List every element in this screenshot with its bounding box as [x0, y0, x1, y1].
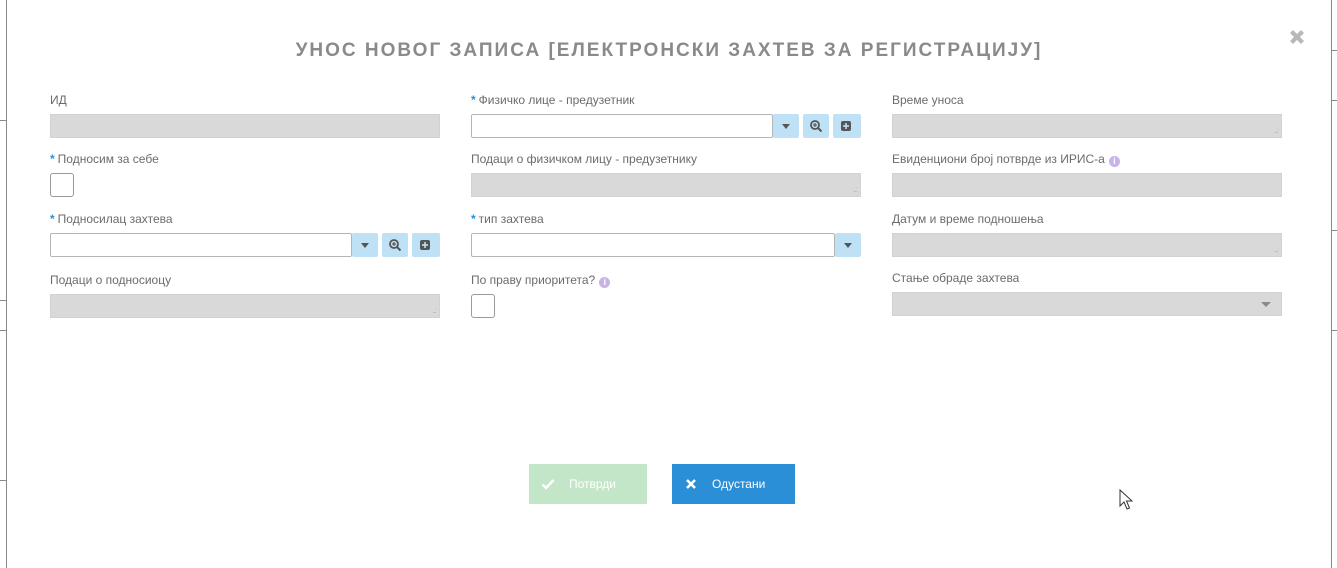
edge-tick — [1331, 50, 1337, 51]
resize-grip-icon: ..: — [1274, 245, 1279, 254]
field-request-type: * тип захтева — [471, 211, 861, 257]
submission-datetime-field: ..: — [892, 233, 1282, 257]
confirm-button[interactable]: Потврди — [529, 464, 647, 504]
edge-tick — [1331, 100, 1337, 101]
field-submission-datetime: Датум и време подношења ..: — [892, 211, 1282, 257]
edge-tick — [0, 120, 7, 121]
info-icon[interactable]: i — [599, 277, 611, 288]
edge-tick — [1331, 330, 1337, 331]
submit-for-self-checkbox[interactable] — [50, 173, 74, 197]
zoom-icon — [810, 120, 823, 133]
field-entry-time: Време уноса ..: — [892, 92, 1282, 138]
natural-person-data-field: ..: — [471, 173, 861, 197]
field-applicant: * Подносилац захтева — [50, 211, 440, 257]
field-label: * тип захтева — [471, 212, 544, 226]
entry-time-field: ..: — [892, 114, 1282, 138]
dialog-title: УНОС НОВОГ ЗАПИСА [ЕЛЕКТРОНСКИ ЗАХТЕВ ЗА… — [295, 40, 1043, 61]
field-label: Датум и време подношења — [892, 212, 1044, 226]
field-label: Подаци о физичком лицу - предузетнику — [471, 152, 697, 166]
field-natural-person: * Физичко лице - предузетник — [471, 92, 861, 138]
field-applicant-data: Подаци о подносиоцу ..: — [50, 272, 440, 318]
applicant-input[interactable] — [50, 233, 352, 257]
field-label: * Подносилац захтева — [50, 212, 173, 226]
field-label: * Подносим за себе — [50, 152, 159, 166]
x-icon — [686, 479, 696, 489]
field-label: * Физичко лице - предузетник — [471, 93, 635, 107]
natural-person-input[interactable] — [471, 114, 773, 138]
zoom-icon — [389, 239, 402, 252]
field-label: Стање обраде захтева — [892, 271, 1020, 285]
field-label: По праву приоритета? i — [471, 272, 861, 288]
new-record-dialog: УНОС НОВОГ ЗАПИСА [ЕЛЕКТРОНСКИ ЗАХТЕВ ЗА… — [8, 0, 1330, 568]
resize-grip-icon: ..: — [1274, 126, 1279, 135]
confirm-label: Потврди — [569, 477, 617, 491]
field-priority-right: По праву приоритета? i — [471, 272, 861, 318]
request-type-combo — [471, 233, 861, 257]
required-marker: * — [50, 212, 55, 226]
id-field — [50, 114, 440, 138]
field-label: ИД — [50, 93, 67, 107]
field-id: ИД — [50, 92, 440, 138]
edge-tick — [0, 480, 7, 481]
processing-state-select — [892, 292, 1282, 316]
cancel-label: Одустани — [712, 477, 766, 491]
request-type-input[interactable] — [471, 233, 835, 257]
natural-person-combo — [471, 114, 861, 138]
applicant-data-field: ..: — [50, 294, 440, 318]
field-label: Подаци о подносиоцу — [50, 273, 172, 287]
field-natural-person-data: Подаци о физичком лицу - предузетнику ..… — [471, 151, 861, 197]
natural-person-search-button[interactable] — [803, 114, 829, 138]
applicant-combo — [50, 233, 440, 257]
applicant-dropdown-button[interactable] — [352, 233, 378, 257]
window-right-edge — [1331, 0, 1337, 568]
natural-person-dropdown-button[interactable] — [773, 114, 799, 138]
info-icon[interactable]: i — [1108, 156, 1120, 167]
edge-tick — [1331, 230, 1337, 231]
edge-tick — [0, 300, 7, 301]
applicant-search-button[interactable] — [382, 233, 408, 257]
plus-square-icon — [841, 121, 851, 131]
edge-tick — [0, 330, 7, 331]
field-label: Време уноса — [892, 93, 964, 107]
request-type-dropdown-button[interactable] — [835, 233, 861, 257]
applicant-add-button[interactable] — [412, 233, 440, 257]
field-submit-for-self: * Подносим за себе — [50, 151, 440, 197]
required-marker: * — [50, 152, 55, 166]
resize-grip-icon: ..: — [432, 306, 437, 315]
field-processing-state: Стање обраде захтева — [892, 270, 1282, 316]
field-label: Евиденциони број потврде из ИРИС-а i — [892, 151, 1282, 167]
check-icon — [541, 479, 555, 490]
chevron-down-icon — [1261, 302, 1271, 307]
required-marker: * — [471, 212, 476, 226]
mouse-cursor-icon — [1119, 489, 1133, 510]
natural-person-add-button[interactable] — [833, 114, 861, 138]
window-left-edge — [0, 0, 7, 568]
plus-square-icon — [420, 240, 430, 250]
field-iris-number: Евиденциони број потврде из ИРИС-а i — [892, 151, 1282, 197]
required-marker: * — [471, 93, 476, 107]
cancel-button[interactable]: Одустани — [672, 464, 795, 504]
iris-number-field — [892, 173, 1282, 197]
resize-grip-icon: ..: — [853, 185, 858, 194]
priority-right-checkbox[interactable] — [471, 294, 495, 318]
